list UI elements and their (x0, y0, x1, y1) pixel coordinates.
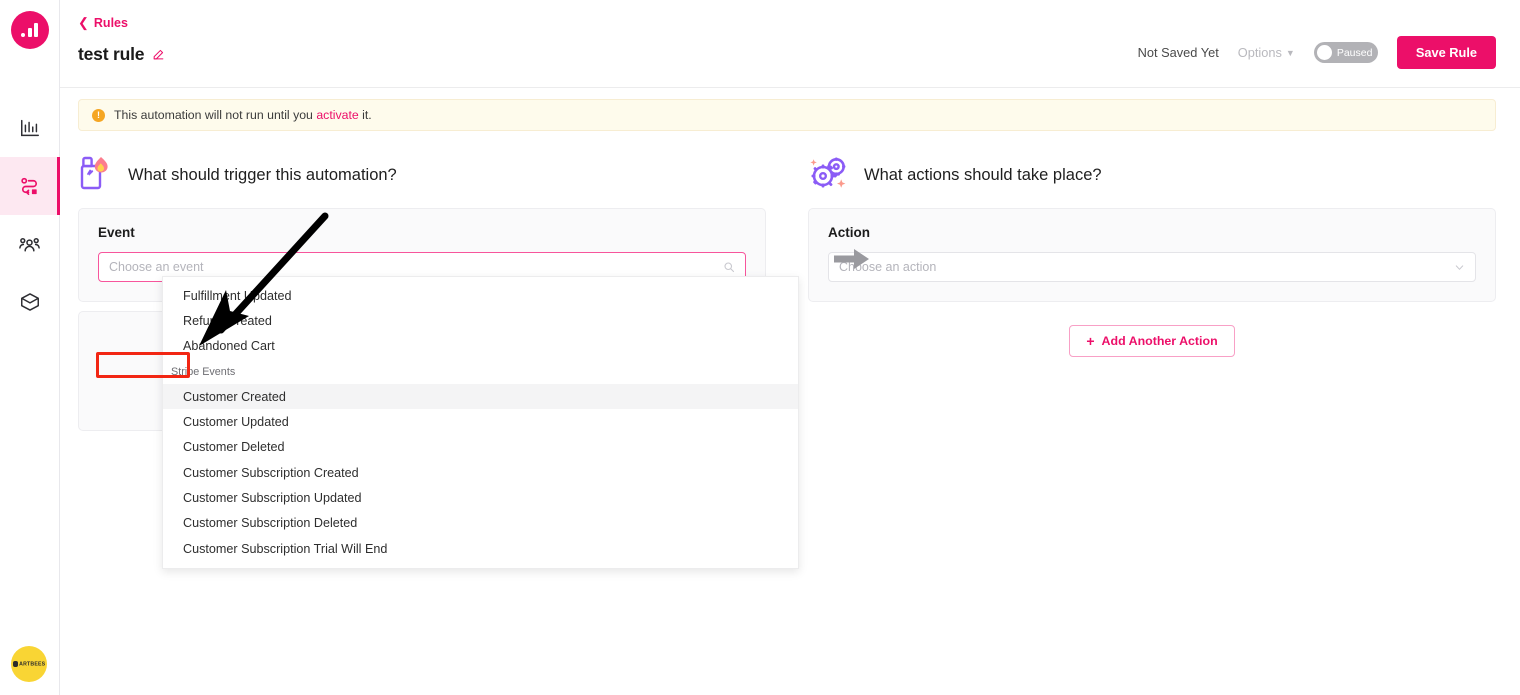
add-action-row: + Add Another Action (808, 325, 1496, 357)
warning-text: This automation will not run until you a… (114, 108, 372, 122)
trigger-section-header: What should trigger this automation? (78, 151, 766, 199)
dropdown-item[interactable]: Customer Subscription Updated (163, 485, 798, 510)
gears-sparkle-icon (808, 154, 848, 197)
avatar-label: ARTBEES (19, 661, 46, 668)
dropdown-item[interactable]: Customer Updated (163, 409, 798, 434)
action-section-title: What actions should take place? (864, 165, 1102, 184)
left-sidebar: ARTBEES (0, 0, 60, 695)
add-another-action-button[interactable]: + Add Another Action (1069, 325, 1235, 357)
bee-icon (12, 660, 18, 667)
people-group-icon (18, 233, 41, 256)
dropdown-item[interactable]: Customer Subscription Deleted (163, 511, 798, 536)
sidebar-nav (0, 99, 60, 331)
warning-text-after: it. (358, 108, 372, 122)
activate-link[interactable]: activate (316, 108, 358, 122)
action-column: What actions should take place? Action C… (808, 151, 1496, 431)
warning-text-before: This automation will not run until you (114, 108, 317, 122)
dropdown-item[interactable]: Refund Created (163, 308, 798, 333)
topbar: ❮ Rules test rule Not Saved Yet Options … (60, 0, 1520, 88)
chevron-left-icon: ❮ (78, 15, 89, 30)
dropdown-item[interactable]: Fulfillment Updated (163, 283, 798, 308)
event-input-placeholder: Choose an event (109, 260, 204, 274)
app-root: ARTBEES ❮ Rules test rule Not Saved Yet (0, 0, 1520, 695)
toggle-knob (1316, 45, 1332, 60)
dropdown-item[interactable]: Customer Deleted (163, 435, 798, 460)
pencil-icon[interactable] (152, 48, 165, 61)
add-another-action-label: Add Another Action (1101, 334, 1218, 348)
flow-arrow-icon (834, 248, 870, 275)
breadcrumb-rules[interactable]: ❮ Rules (78, 16, 128, 30)
dropdown-item[interactable]: Abandoned Cart (163, 334, 798, 359)
activation-warning-banner: ! This automation will not run until you… (78, 99, 1496, 131)
action-select-input[interactable]: Choose an action (828, 252, 1476, 282)
action-card-label: Action (828, 225, 870, 240)
main-area: ❮ Rules test rule Not Saved Yet Options … (60, 0, 1520, 695)
account-avatar[interactable]: ARTBEES (11, 646, 47, 682)
dropdown-item[interactable]: Customer Subscription Created (163, 460, 798, 485)
chevron-down-icon: ▼ (1285, 47, 1295, 58)
save-status-label: Not Saved Yet (1137, 45, 1219, 60)
topbar-actions: Not Saved Yet Options ▼ Paused Save Rule (1138, 36, 1496, 69)
event-card-label: Event (98, 225, 135, 240)
warning-icon: ! (92, 108, 105, 122)
package-box-icon (19, 291, 41, 313)
options-dropdown-button[interactable]: Options ▼ (1238, 45, 1295, 60)
pause-activate-toggle[interactable]: Paused (1313, 42, 1378, 63)
bar-chart-icon (19, 117, 41, 139)
search-icon (723, 261, 735, 273)
breadcrumb-label: Rules (93, 15, 128, 30)
sidebar-item-automation[interactable] (0, 157, 60, 215)
dropdown-group-header: Stripe Events (171, 365, 236, 378)
trigger-section-title: What should trigger this automation? (128, 165, 397, 184)
plus-icon: + (1086, 333, 1095, 349)
dropdown-item[interactable]: Customer Subscription Trial Will End (163, 536, 798, 561)
page-title: test rule (78, 44, 145, 64)
event-dropdown-list[interactable]: Fulfillment Updated Refund Created Abandon… (162, 276, 799, 570)
action-input-placeholder: Choose an action (839, 260, 937, 274)
automation-flow-icon (18, 175, 41, 198)
dropdown-item[interactable]: Customer Created (163, 384, 798, 410)
save-rule-button[interactable]: Save Rule (1396, 36, 1496, 69)
sidebar-item-audience[interactable] (0, 215, 60, 273)
chevron-down-icon (1454, 262, 1465, 273)
sidebar-item-reports[interactable] (0, 99, 60, 157)
omnisend-logo[interactable] (10, 11, 49, 49)
action-card: Action Choose an action (808, 208, 1496, 302)
action-section-header: What actions should take place? (808, 151, 1496, 199)
toggle-label: Paused (1336, 46, 1373, 59)
options-label: Options (1237, 45, 1282, 60)
sidebar-item-products[interactable] (0, 273, 60, 331)
lighter-flame-icon (78, 154, 112, 197)
